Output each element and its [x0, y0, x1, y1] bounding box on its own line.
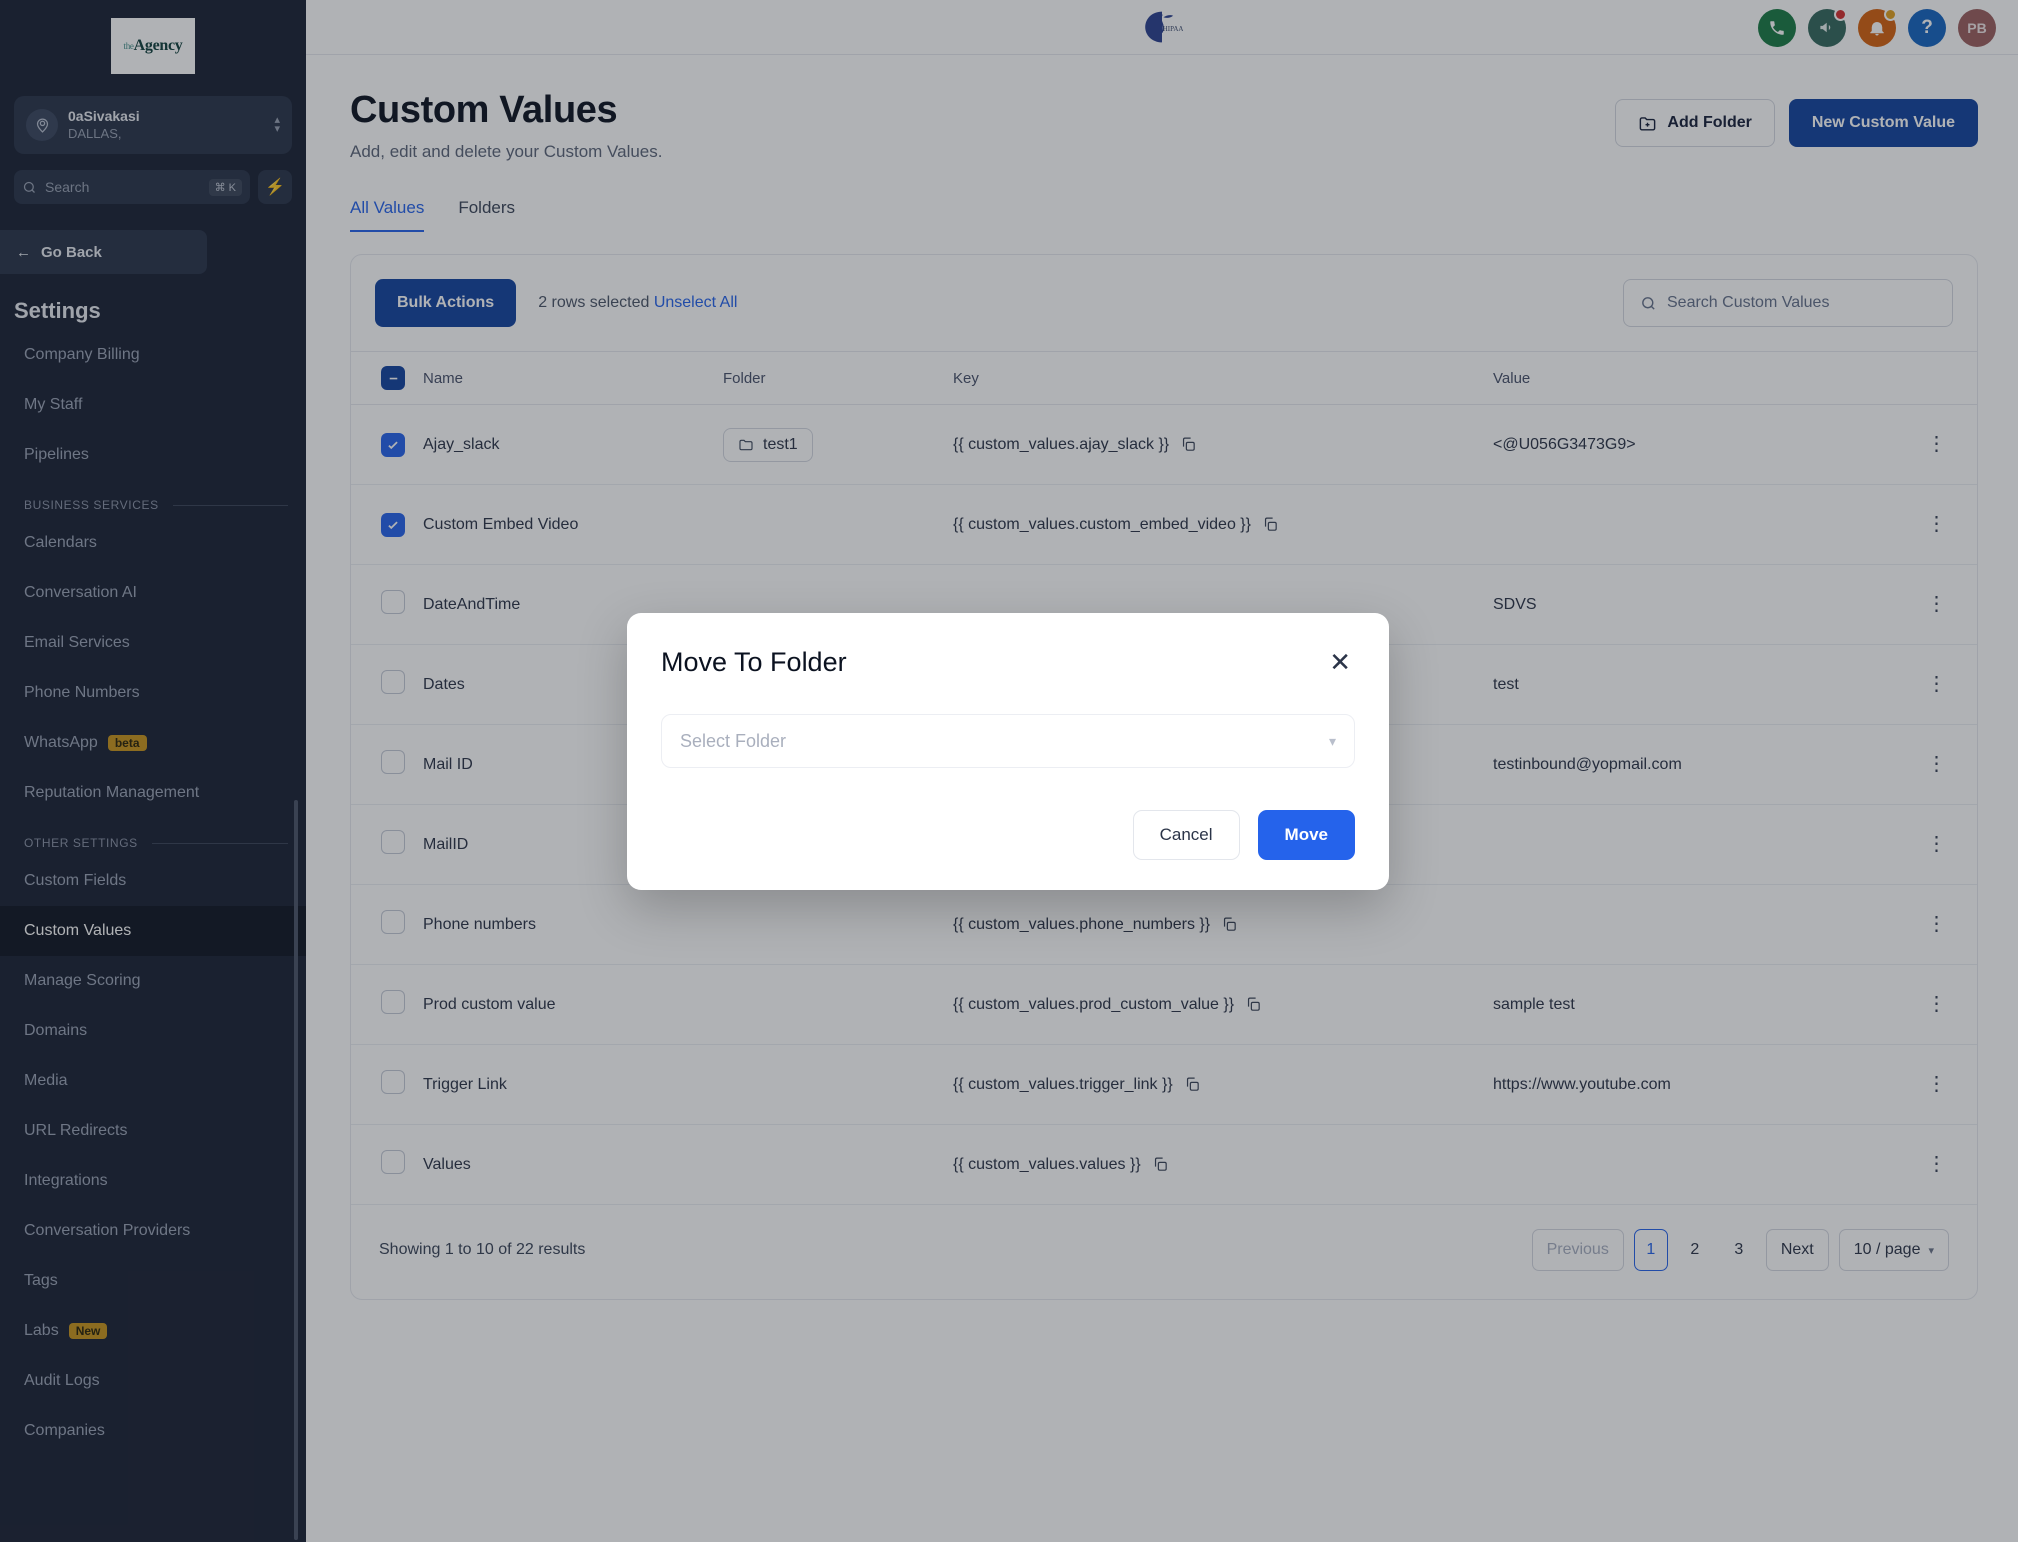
close-icon[interactable]: ✕: [1325, 647, 1355, 677]
folder-select[interactable]: Select Folder ▾: [661, 714, 1355, 768]
app-root: the Agency 0aSivakasi DALLAS, ▴ ▾ Search ⌘: [0, 0, 2018, 1542]
chevron-down-icon: ▾: [1328, 732, 1336, 749]
move-to-folder-modal: Move To Folder ✕ Select Folder ▾ Cancel …: [627, 613, 1389, 890]
move-button[interactable]: Move: [1257, 810, 1355, 860]
folder-select-placeholder: Select Folder: [680, 730, 787, 751]
cancel-button[interactable]: Cancel: [1132, 810, 1240, 860]
modal-title: Move To Folder: [661, 647, 847, 677]
modal-footer: Cancel Move: [661, 810, 1355, 860]
modal-header: Move To Folder ✕: [661, 647, 1355, 678]
